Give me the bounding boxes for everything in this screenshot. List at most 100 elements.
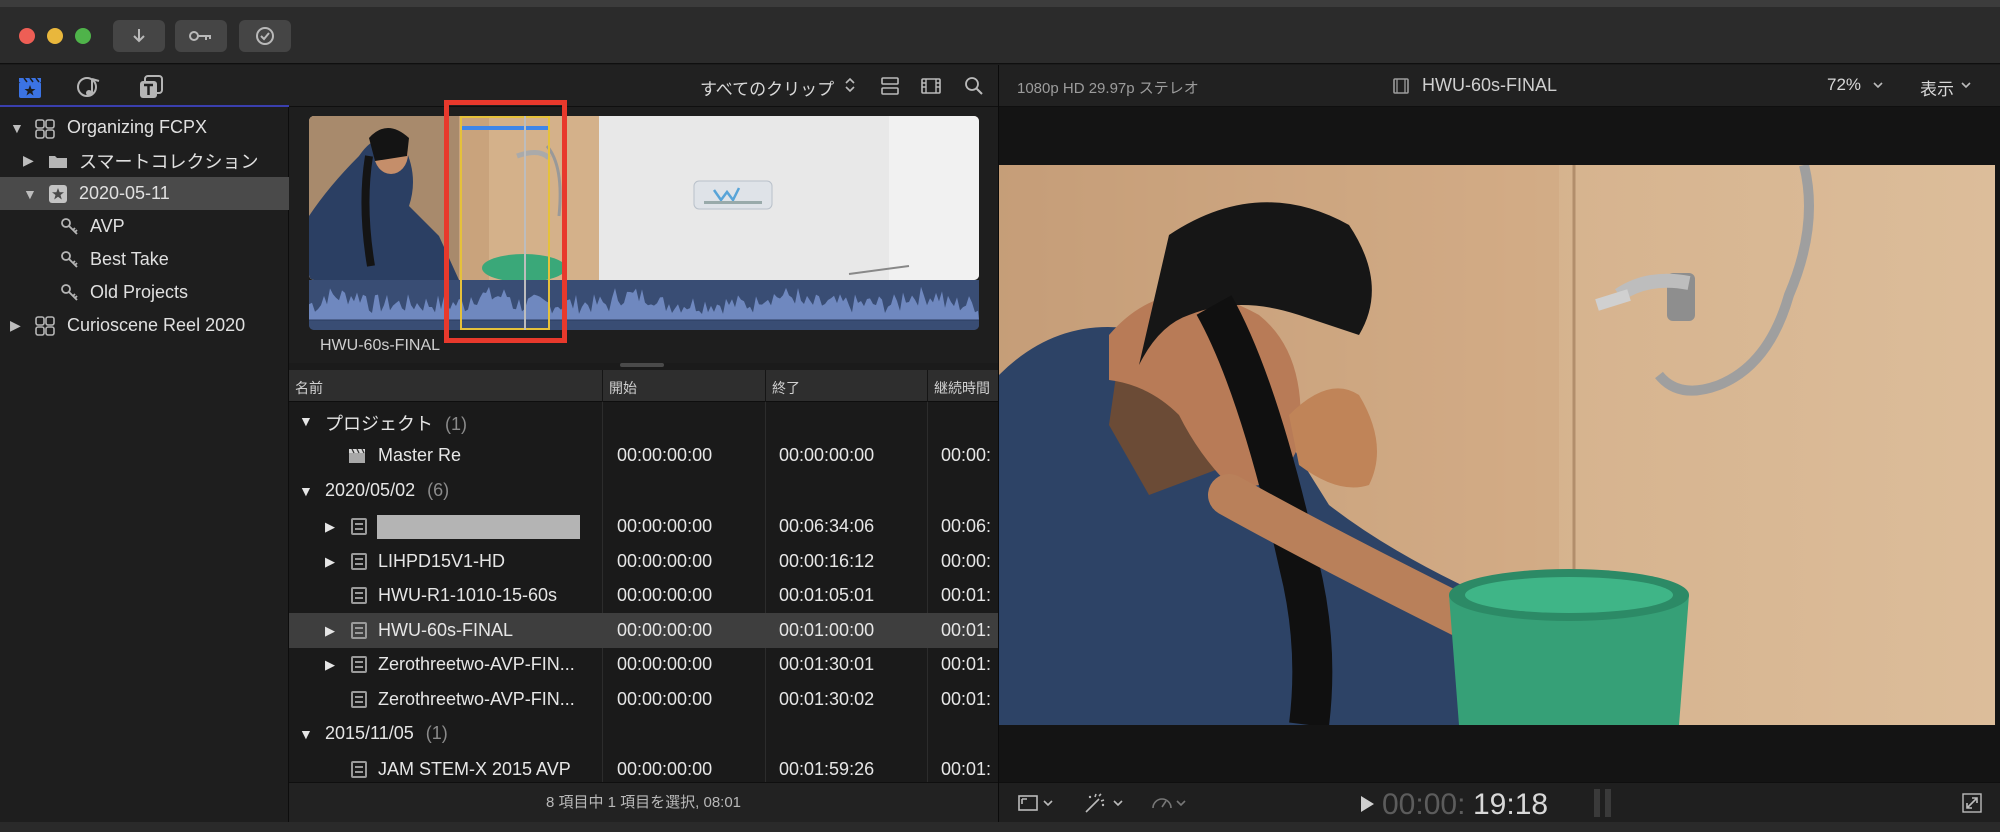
- viewer-toolbar: 1080p HD 29.97p ステレオ HWU-60s-FINAL 72% 表…: [999, 65, 2000, 107]
- chevron-down-icon[interactable]: [1872, 80, 1884, 90]
- search-icon[interactable]: [963, 75, 985, 97]
- minimize-window-button[interactable]: [47, 28, 63, 44]
- list-group-row[interactable]: ▼ 2020/05/02 (6): [289, 473, 998, 508]
- zoom-window-button[interactable]: [75, 28, 91, 44]
- sidebar-item-old-projects[interactable]: Old Projects: [0, 276, 289, 309]
- retime-icon[interactable]: [1150, 793, 1190, 815]
- disclosure-closed-icon[interactable]: ▶: [10, 317, 21, 334]
- group-name: プロジェクト: [325, 414, 433, 434]
- sidebar-item-label: Organizing FCPX: [67, 117, 208, 137]
- sidebar-item-label: Curioscene Reel 2020: [67, 315, 246, 335]
- sidebar-item-best-take[interactable]: Best Take: [0, 243, 289, 276]
- group-title: 2020/05/02 (6): [325, 480, 449, 501]
- library-icon: [35, 119, 55, 139]
- film-icon: [351, 622, 367, 639]
- clip-start: 00:00:00:00: [617, 689, 713, 709]
- column-header-name[interactable]: 名前: [295, 378, 323, 398]
- group-name: 2015/11/05: [325, 723, 414, 743]
- folder-icon: [49, 156, 67, 168]
- disclosure-closed-icon[interactable]: ▶: [325, 519, 335, 535]
- fullscreen-icon[interactable]: [1962, 793, 1982, 813]
- sidebar-item-smart-collections[interactable]: ▶ スマートコレクション: [0, 144, 289, 177]
- list-item[interactable]: ▶ 00:00:00:00 00:06:34:06 00:06:: [289, 509, 998, 544]
- play-icon[interactable]: [1359, 795, 1375, 813]
- film-icon: [351, 518, 367, 535]
- sidebar-item-avp[interactable]: AVP: [0, 210, 289, 243]
- background-tasks-button[interactable]: [239, 20, 291, 52]
- list-item[interactable]: Master Re 00:00:00:00 00:00:00:00 00:00:: [289, 438, 998, 473]
- list-group-row[interactable]: ▼ 2015/11/05 (1): [289, 716, 998, 751]
- column-divider[interactable]: [927, 370, 928, 402]
- disclosure-open-icon[interactable]: ▼: [299, 726, 313, 742]
- close-window-button[interactable]: [19, 28, 35, 44]
- title-icon[interactable]: [137, 73, 165, 101]
- checkmark-icon: [256, 27, 274, 45]
- filmstrip-view-icon[interactable]: [920, 75, 942, 97]
- keyword-icon: [61, 284, 78, 301]
- clip-name: JAM STEM-X 2015 AVP: [378, 759, 571, 779]
- list-item[interactable]: ▶ Zerothreetwo-AVP-FIN... 00:00:00:00 00…: [289, 647, 998, 682]
- column-header-start[interactable]: 開始: [609, 378, 637, 398]
- keyword-editor-button[interactable]: [175, 20, 227, 52]
- format-info: 1080p HD 29.97p ステレオ: [1017, 80, 1199, 97]
- clip-end: 00:01:00:00: [779, 620, 875, 640]
- column-divider[interactable]: [765, 370, 766, 402]
- clapper-icon[interactable]: [16, 73, 44, 101]
- sidebar-item-organizing-fcpx[interactable]: ▼ Organizing FCPX: [0, 111, 289, 144]
- clip-duration: 00:00:: [941, 551, 992, 571]
- disclosure-closed-icon[interactable]: ▶: [325, 623, 335, 639]
- clip-appearance-icon[interactable]: [879, 75, 901, 97]
- list-group-row[interactable]: ▼ プロジェクト (1): [289, 403, 998, 438]
- chevron-updown-icon[interactable]: [844, 75, 856, 95]
- video-frame[interactable]: [999, 165, 1995, 725]
- disclosure-open-icon[interactable]: ▼: [23, 186, 37, 202]
- music-icon[interactable]: [76, 73, 104, 101]
- film-icon: [351, 587, 367, 604]
- disclosure-open-icon[interactable]: ▼: [299, 483, 313, 499]
- list-item[interactable]: JAM STEM-X 2015 AVP 00:00:00:00 00:01:59…: [289, 752, 998, 782]
- list-item-selected[interactable]: ▶ HWU-60s-FINAL 00:00:00:00 00:01:00:00 …: [289, 613, 998, 648]
- chevron-down-icon[interactable]: [1960, 80, 1972, 90]
- disclosure-closed-icon[interactable]: ▶: [325, 657, 335, 673]
- clip-thumbnail-image: [309, 116, 979, 280]
- key-icon: [189, 31, 211, 41]
- column-header-duration[interactable]: 継続時間: [934, 378, 990, 398]
- import-button[interactable]: [113, 20, 165, 52]
- redacted-clip-name: [377, 515, 580, 539]
- column-header-end[interactable]: 終了: [772, 378, 800, 398]
- clip-duration: 00:00:: [941, 445, 992, 465]
- clip-start: 00:00:00:00: [617, 654, 713, 674]
- clip-filter-popup[interactable]: すべてのクリップ: [700, 75, 834, 100]
- clip-end: 00:00:16:12: [779, 551, 875, 571]
- list-item[interactable]: ▶ LIHPD15V1-HD 00:00:00:00 00:00:16:12 0…: [289, 544, 998, 579]
- list-item[interactable]: Zerothreetwo-AVP-FIN... 00:00:00:00 00:0…: [289, 682, 998, 717]
- keyword-icon: [61, 218, 78, 235]
- transform-icon[interactable]: [1017, 793, 1057, 813]
- filmstrip-clip-name: HWU-60s-FINAL: [320, 337, 441, 354]
- clip-start: 00:00:00:00: [617, 516, 713, 536]
- enhance-icon[interactable]: [1083, 793, 1127, 815]
- disclosure-closed-icon[interactable]: ▶: [325, 554, 335, 570]
- clip-end: 00:01:30:01: [779, 654, 875, 674]
- clip-name: HWU-60s-FINAL: [378, 620, 514, 640]
- column-divider[interactable]: [602, 370, 603, 402]
- disclosure-open-icon[interactable]: ▼: [10, 120, 24, 136]
- split-handle[interactable]: [620, 363, 664, 367]
- sidebar-item-label: AVP: [90, 216, 125, 236]
- clip-duration: 00:01:: [941, 759, 992, 779]
- disclosure-closed-icon[interactable]: ▶: [23, 152, 34, 169]
- view-menu[interactable]: 表示: [1920, 75, 1954, 100]
- zoom-popup[interactable]: 72%: [1827, 75, 1861, 95]
- film-icon: [351, 553, 367, 570]
- disclosure-open-icon[interactable]: ▼: [299, 413, 313, 429]
- sidebar-item-event-2020-05-11[interactable]: ▼ 2020-05-11: [0, 177, 289, 210]
- sidebar-item-curioscene-reel[interactable]: ▶ Curioscene Reel 2020: [0, 309, 289, 342]
- audio-meter-left: [1594, 789, 1600, 817]
- group-count: (1): [445, 414, 467, 434]
- group-title: プロジェクト (1): [325, 410, 467, 436]
- sidebar-item-label: Old Projects: [90, 282, 189, 302]
- clip-filmstrip[interactable]: [309, 116, 979, 280]
- audio-waveform: [309, 280, 979, 330]
- film-icon: [351, 691, 367, 708]
- list-item[interactable]: HWU-R1-1010-15-60s 00:00:00:00 00:01:05:…: [289, 578, 998, 613]
